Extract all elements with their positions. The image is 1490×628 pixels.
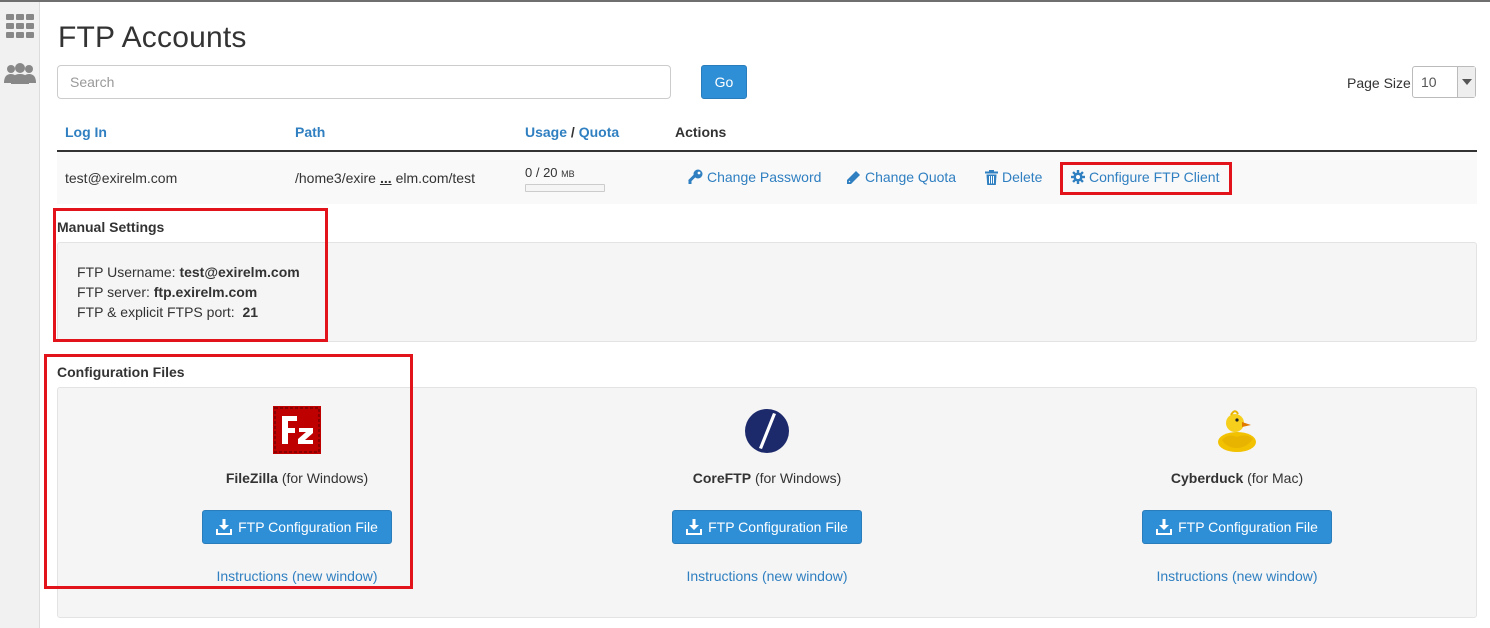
ftp-port-line: FTP & explicit FTPS port: 21 bbox=[77, 304, 258, 320]
go-button[interactable]: Go bbox=[701, 65, 747, 99]
filezilla-title: FileZilla bbox=[225, 470, 278, 486]
cyberduck-instructions-link[interactable]: Instructions (new window) bbox=[1087, 568, 1387, 584]
header-separator: / bbox=[570, 124, 575, 140]
column-header-quota[interactable]: Quota bbox=[579, 124, 619, 140]
main-content: FTP Accounts Go Page Size 10 Log In Path… bbox=[41, 2, 1490, 628]
page-size-select[interactable]: 10 bbox=[1412, 66, 1476, 98]
filezilla-logo-icon bbox=[273, 406, 321, 454]
left-sidebar bbox=[0, 2, 40, 628]
coreftp-title: CoreFTP bbox=[692, 470, 752, 486]
page-size-label: Page Size bbox=[1347, 75, 1411, 91]
usage-unit: MB bbox=[561, 169, 575, 179]
ftp-port-label: FTP & explicit FTPS port: bbox=[77, 304, 235, 320]
row-path: /home3/exire... elm.com/test bbox=[295, 170, 475, 186]
cyberduck-name: Cyberduck (for Mac) bbox=[1087, 470, 1387, 486]
change-quota-label: Change Quota bbox=[865, 169, 957, 185]
download-icon bbox=[1156, 519, 1173, 535]
download-icon bbox=[686, 519, 703, 535]
column-header-actions: Actions bbox=[675, 124, 727, 140]
configure-ftp-client-link[interactable]: Configure FTP Client bbox=[1071, 169, 1219, 185]
row-path-end: elm.com/test bbox=[395, 170, 475, 186]
ftp-server-label: FTP server: bbox=[77, 284, 150, 300]
change-password-label: Change Password bbox=[707, 169, 822, 185]
filezilla-client: FileZilla (for Windows) FTP Configuratio… bbox=[147, 398, 447, 598]
cyberduck-platform: (for Mac) bbox=[1247, 470, 1304, 486]
gear-icon bbox=[1071, 170, 1085, 184]
column-header-usage[interactable]: Usage bbox=[525, 124, 567, 140]
ftp-username-label: FTP Username: bbox=[77, 264, 176, 280]
manual-settings-title: Manual Settings bbox=[57, 219, 165, 235]
page-size-value: 10 bbox=[1421, 74, 1437, 90]
cyberduck-logo-icon bbox=[1213, 406, 1261, 454]
row-usage: 0 / 20 MB bbox=[525, 165, 575, 180]
filezilla-platform: (for Windows) bbox=[281, 470, 369, 486]
column-header-login[interactable]: Log In bbox=[65, 124, 107, 140]
manual-settings-panel bbox=[57, 242, 1477, 342]
coreftp-platform: (for Windows) bbox=[754, 470, 842, 486]
column-header-usage-quota: Usage / Quota bbox=[525, 124, 619, 140]
ftp-server-line: FTP server: ftp.exirelm.com bbox=[77, 284, 257, 300]
apps-grid-icon[interactable] bbox=[4, 12, 36, 40]
filezilla-instructions-link[interactable]: Instructions (new window) bbox=[147, 568, 447, 584]
trash-icon bbox=[985, 169, 998, 185]
coreftp-config-download-button[interactable]: FTP Configuration File bbox=[672, 510, 862, 544]
change-quota-link[interactable]: Change Quota bbox=[846, 169, 956, 185]
ftp-username-line: FTP Username: test@exirelm.com bbox=[77, 264, 300, 280]
key-icon bbox=[688, 169, 703, 184]
cyberduck-config-download-button[interactable]: FTP Configuration File bbox=[1142, 510, 1332, 544]
coreftp-client: CoreFTP (for Windows) FTP Configuration … bbox=[617, 398, 917, 598]
users-icon[interactable] bbox=[4, 60, 36, 88]
ftp-username-value: test@exirelm.com bbox=[179, 264, 300, 280]
column-header-path[interactable]: Path bbox=[295, 124, 325, 140]
chevron-down-icon bbox=[1457, 67, 1475, 97]
path-expand-ellipsis[interactable]: ... bbox=[380, 170, 392, 186]
row-path-start: /home3/exire bbox=[295, 170, 376, 186]
page-title: FTP Accounts bbox=[58, 21, 247, 54]
usage-value: 0 / 20 bbox=[525, 165, 558, 180]
usage-progress-bar bbox=[525, 184, 605, 192]
coreftp-name: CoreFTP (for Windows) bbox=[617, 470, 917, 486]
download-icon bbox=[216, 519, 233, 535]
row-login: test@exirelm.com bbox=[65, 170, 178, 186]
change-password-link[interactable]: Change Password bbox=[687, 169, 821, 185]
cyberduck-title: Cyberduck bbox=[1170, 470, 1244, 486]
delete-label: Delete bbox=[1002, 169, 1043, 185]
cyberduck-config-download-label: FTP Configuration File bbox=[1178, 519, 1318, 535]
coreftp-config-download-label: FTP Configuration File bbox=[708, 519, 848, 535]
configuration-files-title: Configuration Files bbox=[57, 364, 185, 380]
ftp-server-value: ftp.exirelm.com bbox=[153, 284, 258, 300]
delete-link[interactable]: Delete bbox=[985, 169, 1042, 185]
coreftp-logo-icon bbox=[743, 407, 791, 455]
cyberduck-client: Cyberduck (for Mac) FTP Configuration Fi… bbox=[1087, 398, 1387, 598]
filezilla-name: FileZilla (for Windows) bbox=[147, 470, 447, 486]
coreftp-instructions-link[interactable]: Instructions (new window) bbox=[617, 568, 917, 584]
filezilla-config-download-label: FTP Configuration File bbox=[238, 519, 378, 535]
search-input[interactable] bbox=[57, 65, 671, 99]
filezilla-config-download-button[interactable]: FTP Configuration File bbox=[202, 510, 392, 544]
ftp-port-value: 21 bbox=[242, 304, 259, 320]
pencil-icon bbox=[847, 170, 860, 184]
configure-ftp-client-label: Configure FTP Client bbox=[1089, 169, 1220, 185]
